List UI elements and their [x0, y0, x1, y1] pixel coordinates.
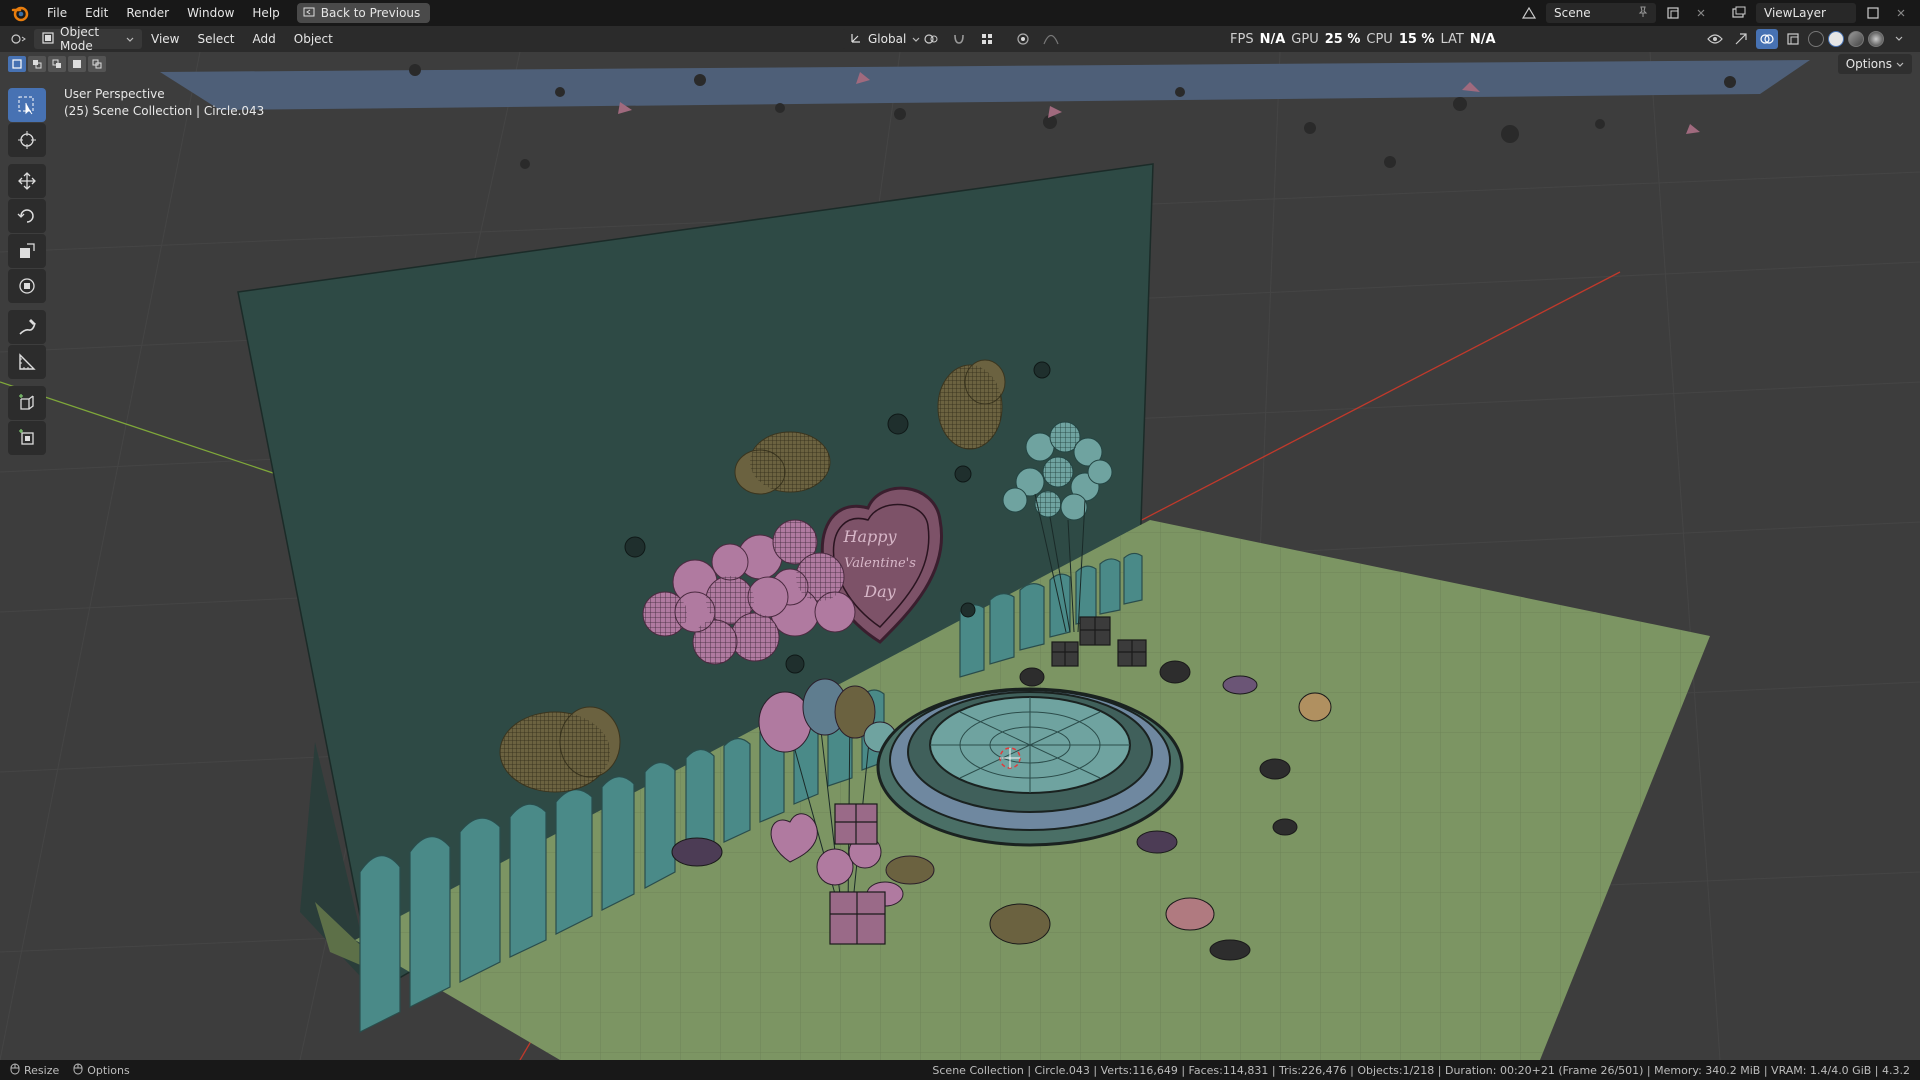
header-menu-select[interactable]: Select [188, 32, 243, 46]
transform-icon[interactable] [8, 269, 46, 303]
menu-help[interactable]: Help [243, 1, 288, 25]
select-new-icon[interactable] [8, 56, 26, 72]
scene-statistics: Scene Collection | Circle.043 | Verts:11… [932, 1063, 1910, 1077]
3d-viewport[interactable]: Happy Valentine's Day Options User Persp… [0, 52, 1920, 1060]
measure-icon[interactable] [8, 345, 46, 379]
chevron-down-icon [126, 32, 134, 46]
collection-info-label: (25) Scene Collection | Circle.043 [64, 104, 265, 118]
select-invert-icon[interactable] [68, 56, 86, 72]
tool-shelf [8, 88, 46, 456]
select-extend-icon[interactable] [28, 56, 46, 72]
gizmo-icon[interactable] [1730, 29, 1752, 49]
fps-label: FPS [1230, 31, 1254, 47]
solid-shading-icon[interactable] [1828, 31, 1844, 47]
move-icon[interactable] [8, 164, 46, 198]
wireframe-shading-icon[interactable] [1808, 31, 1824, 47]
editor-type-icon[interactable] [8, 29, 30, 49]
delete-view-layer-icon[interactable] [1890, 3, 1912, 23]
pivot-point-icon[interactable] [920, 29, 942, 49]
mouse-left-icon [10, 1063, 20, 1078]
round-stage [876, 687, 1184, 847]
menu-edit[interactable]: Edit [76, 1, 117, 25]
scene-render: Happy Valentine's Day [0, 52, 1920, 1060]
menu-render[interactable]: Render [117, 1, 178, 25]
add-object-icon[interactable] [8, 421, 46, 455]
scale-icon[interactable] [8, 234, 46, 268]
x-axis-line [1079, 271, 1621, 553]
view-layer-selector[interactable]: ViewLayer [1756, 3, 1856, 23]
fps-value: N/A [1259, 31, 1286, 47]
new-view-layer-icon[interactable] [1862, 3, 1884, 23]
snap-icon[interactable] [948, 29, 970, 49]
status-bar: Resize Options Scene Collection | Circle… [0, 1060, 1920, 1080]
selection-mode-group [8, 56, 106, 72]
overlays-icon[interactable] [1756, 29, 1778, 49]
select-box-icon[interactable] [8, 88, 46, 122]
select-intersect-icon[interactable] [88, 56, 106, 72]
rotate-icon[interactable] [8, 199, 46, 233]
viewport-options-button[interactable]: Options [1837, 54, 1912, 74]
cpu-label: CPU [1366, 31, 1393, 47]
transform-orientation-label: Global [868, 32, 907, 46]
header-menu-add[interactable]: Add [244, 32, 285, 46]
gpu-label: GPU [1291, 31, 1319, 47]
status-options-label: Options [87, 1063, 130, 1077]
visibility-icon[interactable] [1704, 29, 1726, 49]
annotate-icon[interactable] [8, 310, 46, 344]
header-menu-view[interactable]: View [142, 32, 188, 46]
back-to-previous-button[interactable]: Back to Previous [296, 3, 431, 23]
header-menu-object[interactable]: Object [285, 32, 342, 46]
falloff-icon[interactable] [1040, 29, 1062, 49]
view-layer-type-icon[interactable] [1728, 3, 1750, 23]
new-scene-icon[interactable] [1662, 3, 1684, 23]
performance-stats: FPS N/A GPU 25 % CPU 15 % LAT N/A [1230, 26, 1496, 52]
greeting-line-1: Happy [842, 527, 897, 546]
back-icon [303, 6, 315, 21]
rendered-shading-icon[interactable] [1868, 31, 1884, 47]
proportional-edit-icon[interactable] [1012, 29, 1034, 49]
mouse-right-icon [73, 1063, 83, 1078]
status-options: Options [73, 1063, 130, 1078]
menu-file[interactable]: File [38, 1, 76, 25]
orientation-icon [850, 32, 862, 47]
status-resize-label: Resize [24, 1063, 60, 1077]
cpu-value: 15 % [1398, 31, 1435, 47]
perspective-label: User Perspective [64, 87, 165, 101]
greeting-line-3: Day [863, 582, 896, 601]
shading-options-chevron-icon[interactable] [1888, 29, 1910, 49]
view-layer-name: ViewLayer [1764, 6, 1826, 20]
add-cube-icon[interactable] [8, 386, 46, 420]
transform-orientation-dropdown[interactable]: Global [842, 29, 920, 49]
scene-selector[interactable]: Scene [1546, 3, 1656, 23]
chevron-down-icon [1896, 57, 1904, 71]
gpu-value: 25 % [1324, 31, 1361, 47]
status-resize: Resize [10, 1063, 59, 1078]
greeting-line-2: Valentine's [844, 556, 916, 571]
object-mode-icon [42, 31, 54, 47]
viewport-header: Object Mode View Select Add Object Globa… [0, 25, 1920, 53]
material-shading-icon[interactable] [1848, 31, 1864, 47]
lat-label: LAT [1440, 31, 1464, 47]
menu-window[interactable]: Window [178, 1, 243, 25]
scene-name: Scene [1554, 6, 1591, 20]
xray-icon[interactable] [1782, 29, 1804, 49]
select-subtract-icon[interactable] [48, 56, 66, 72]
object-mode-label: Object Mode [60, 25, 100, 53]
blender-icon[interactable] [8, 1, 32, 25]
options-label: Options [1845, 57, 1892, 71]
cursor-icon[interactable] [8, 123, 46, 157]
pin-icon[interactable] [1638, 6, 1648, 21]
top-menu-bar: File Edit Render Window Help Back to Pre… [0, 0, 1920, 26]
delete-scene-icon[interactable] [1690, 3, 1712, 23]
back-to-previous-label: Back to Previous [320, 6, 421, 20]
object-mode-dropdown[interactable]: Object Mode [34, 25, 142, 53]
lat-value: N/A [1469, 31, 1496, 47]
confetti-ceiling [160, 60, 1810, 110]
snap-target-icon[interactable] [976, 29, 998, 49]
scene-type-icon[interactable] [1518, 3, 1540, 23]
